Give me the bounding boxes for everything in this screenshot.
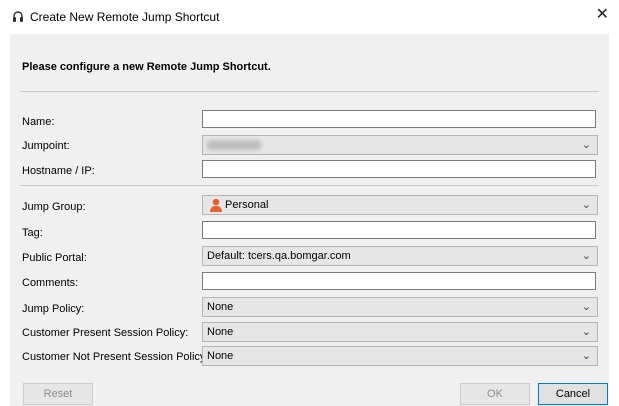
- reset-button[interactable]: Reset: [23, 383, 93, 405]
- jump-policy-label: Jump Policy:: [22, 303, 85, 315]
- chevron-down-icon: ⌄: [581, 139, 591, 151]
- chevron-down-icon: ⌄: [581, 301, 591, 313]
- customer-present-policy-select[interactable]: None ⌄: [202, 322, 598, 342]
- chevron-down-icon: ⌄: [581, 199, 591, 211]
- customer-not-present-policy-select[interactable]: None ⌄: [202, 346, 598, 366]
- tag-label: Tag:: [22, 227, 43, 239]
- jumpoint-label: Jumpoint:: [22, 140, 70, 152]
- headset-icon: [13, 11, 23, 22]
- name-input[interactable]: [202, 110, 596, 128]
- window-title: Create New Remote Jump Shortcut: [30, 10, 220, 24]
- chevron-down-icon: ⌄: [581, 326, 591, 338]
- customer-present-policy-label: Customer Present Session Policy:: [22, 327, 189, 339]
- divider: [20, 185, 599, 186]
- person-icon: [210, 198, 222, 212]
- customer-present-policy-value: None: [207, 326, 234, 338]
- comments-input[interactable]: [202, 272, 596, 290]
- jumpoint-select[interactable]: ⌄: [202, 135, 598, 155]
- customer-not-present-policy-label: Customer Not Present Session Policy:: [22, 351, 209, 363]
- jump-policy-select[interactable]: None ⌄: [202, 297, 598, 317]
- dialog-body: Please configure a new Remote Jump Short…: [10, 34, 609, 406]
- jump-policy-value: None: [207, 301, 234, 313]
- name-label: Name:: [22, 116, 55, 128]
- jumpoint-value-redacted: [207, 140, 261, 150]
- divider: [20, 91, 599, 92]
- form-heading: Please configure a new Remote Jump Short…: [22, 61, 271, 73]
- close-button[interactable]: ✕: [596, 7, 609, 23]
- jump-group-value: Personal: [225, 199, 269, 211]
- chevron-down-icon: ⌄: [581, 350, 591, 362]
- hostname-input[interactable]: [202, 160, 596, 178]
- chevron-down-icon: ⌄: [581, 250, 591, 262]
- comments-label: Comments:: [22, 277, 79, 289]
- public-portal-value: Default: tcers.qa.bomgar.com: [207, 250, 351, 262]
- public-portal-label: Public Portal:: [22, 252, 87, 264]
- cancel-button[interactable]: Cancel: [538, 383, 608, 405]
- ok-button[interactable]: OK: [460, 383, 530, 405]
- customer-not-present-policy-value: None: [207, 350, 234, 362]
- jump-group-select[interactable]: Personal ⌄: [202, 195, 598, 215]
- jump-group-label: Jump Group:: [22, 201, 86, 213]
- tag-input[interactable]: [202, 221, 596, 239]
- hostname-label: Hostname / IP:: [22, 165, 95, 177]
- public-portal-select[interactable]: Default: tcers.qa.bomgar.com ⌄: [202, 246, 598, 266]
- title-bar: Create New Remote Jump Shortcut ✕: [0, 0, 619, 34]
